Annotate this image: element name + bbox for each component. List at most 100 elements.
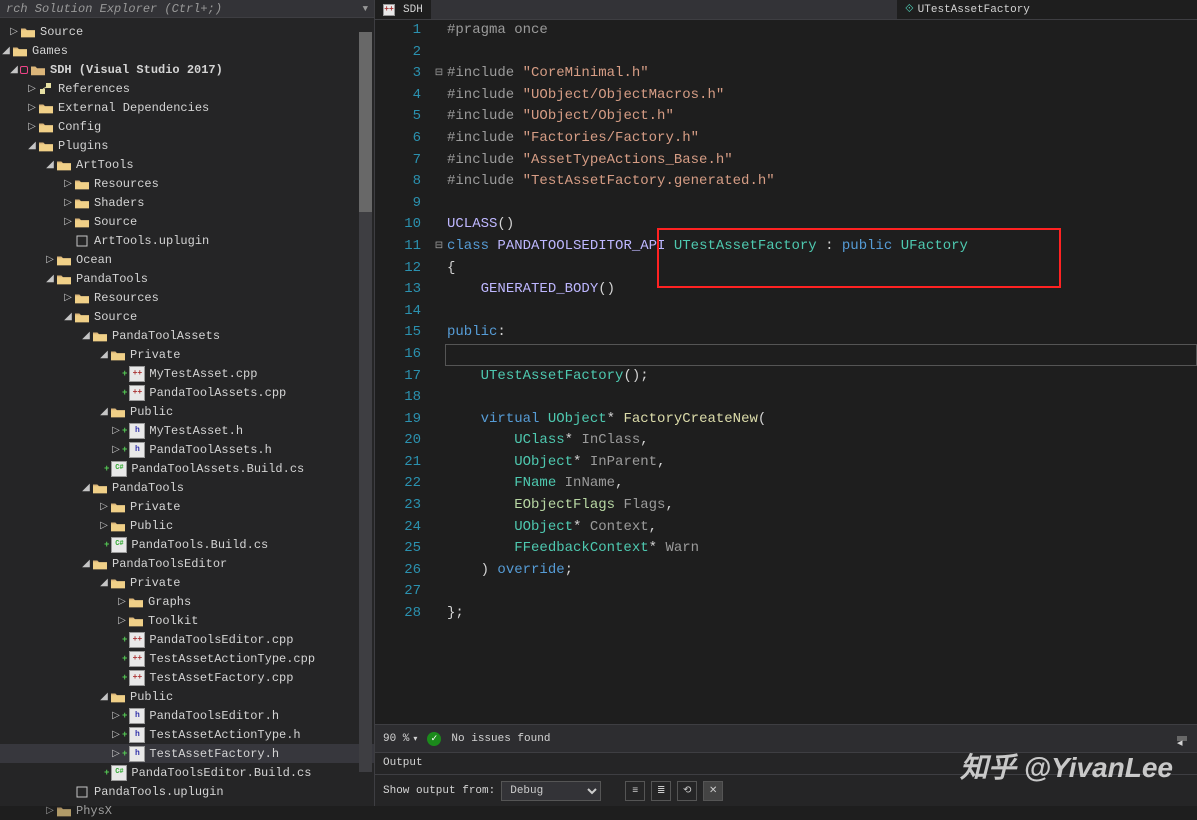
tree-item[interactable]: ▷Resources [0,174,374,193]
tree-item[interactable]: ▷Resources [0,288,374,307]
chevron-right-icon: ▷ [26,121,38,133]
tree-item[interactable]: ▷Public [0,516,374,535]
tree-item-plugins[interactable]: ◢Plugins [0,136,374,155]
fold-gutter[interactable]: ⊟⊟ [433,20,445,724]
chevron-right-icon: ▷ [98,520,110,532]
tree-item[interactable]: ◢Public [0,687,374,706]
chevron-down-icon: ◢ [98,577,110,589]
tree-item[interactable]: ◢Private [0,573,374,592]
tree-item[interactable]: ◢PandaTools [0,478,374,497]
added-icon: + [104,540,109,550]
tree-item-selected[interactable]: ▷+hTestAssetFactory.h [0,744,374,763]
tree-label: Source [94,215,137,229]
scrollbar[interactable] [359,32,372,772]
tree-item-games[interactable]: ◢ Games [0,41,374,60]
tree-item-config[interactable]: ▷Config [0,117,374,136]
chevron-down-icon: ◢ [80,558,92,570]
tree-label: TestAssetFactory.cpp [149,671,293,685]
tree-item[interactable]: +C#PandaToolsEditor.Build.cs [0,763,374,782]
folder-icon [20,24,36,40]
chevron-right-icon: ▷ [98,501,110,513]
folder-icon [38,138,54,154]
tree-item-references[interactable]: ▷References [0,79,374,98]
member-combo[interactable]: ⟐ UTestAssetFactory [897,0,1197,19]
zoom-combo[interactable]: 90 % ▾ [383,733,417,745]
tree-item[interactable]: ▷ Private [0,497,374,516]
tree-item[interactable]: ArtTools.uplugin [0,231,374,250]
chevron-down-icon: ◢ [98,349,110,361]
solution-explorer: rch Solution Explorer (Ctrl+;) ▼ ▷ Sourc… [0,0,375,806]
output-source-select[interactable]: Debug [501,781,601,801]
folder-icon [74,309,90,325]
tree-label: PandaToolAssets [112,329,220,343]
scope-combo[interactable]: ++SDH [375,0,431,19]
added-icon: + [122,654,127,664]
cs-file-icon: C# [111,765,127,781]
added-icon: + [104,464,109,474]
tree-item[interactable]: ▷Toolkit [0,611,374,630]
tree-item[interactable]: ▷+hPandaToolAssets.h [0,440,374,459]
tree-item-extdeps[interactable]: ▷External Dependencies [0,98,374,117]
tree-label: Graphs [148,595,191,609]
indent-left-icon[interactable]: ≡ [625,781,645,801]
wrap-icon[interactable]: ⟲ [677,781,697,801]
tree-label: Resources [94,177,159,191]
tree-item[interactable]: +++PandaToolAssets.cpp [0,383,374,402]
chevron-down-icon: ◢ [44,159,56,171]
combo-label: SDH [403,4,423,16]
code-editor: ++SDH ⟐ UTestAssetFactory 12345678910111… [375,0,1197,806]
tree-item[interactable]: +++MyTestAsset.cpp [0,364,374,383]
tree-item[interactable]: +C#PandaToolAssets.Build.cs [0,459,374,478]
tree-item[interactable]: PandaTools.uplugin [0,782,374,801]
added-icon: + [104,768,109,778]
tree-item[interactable]: ▷+hPandaToolsEditor.h [0,706,374,725]
chevron-right-icon: ▷ [26,83,38,95]
tree-item[interactable]: +++TestAssetActionType.cpp [0,649,374,668]
tree-item[interactable]: +++PandaToolsEditor.cpp [0,630,374,649]
tree-item[interactable]: ◢Private [0,345,374,364]
added-icon: + [122,711,127,721]
added-icon: + [122,730,127,740]
tree-label: MyTestAsset.cpp [149,367,257,381]
tree-item-physx[interactable]: ▷PhysX [0,801,374,820]
search-input[interactable]: rch Solution Explorer (Ctrl+;) ▼ [0,0,374,18]
status-bar: 90 % ▾ ✓ No issues found ◂ [375,724,1197,752]
chevron-right-icon: ▷ [110,710,122,722]
code-area[interactable]: 1234567891011121314151617181920212223242… [375,20,1197,724]
tree-item[interactable]: +++TestAssetFactory.cpp [0,668,374,687]
search-dropdown-icon[interactable]: ▼ [363,4,368,14]
tree-item-ocean[interactable]: ▷Ocean [0,250,374,269]
tree-item-source[interactable]: ▷ Source [0,22,374,41]
issues-label: No issues found [451,733,550,745]
tree-item-arttools[interactable]: ◢ArtTools [0,155,374,174]
tree-item-pandatools[interactable]: ◢PandaTools [0,269,374,288]
tree-item[interactable]: +C#PandaTools.Build.cs [0,535,374,554]
h-file-icon: h [129,423,145,439]
tree-label: Games [32,44,68,58]
folder-icon [92,328,108,344]
tree-item[interactable]: ◢Public [0,402,374,421]
clear-icon[interactable]: ✕ [703,781,723,801]
hscroll-left[interactable]: ◂ [1177,736,1187,741]
tree-item[interactable]: ▷+hMyTestAsset.h [0,421,374,440]
line-number-gutter: 1234567891011121314151617181920212223242… [375,20,433,724]
indent-right-icon[interactable]: ≣ [651,781,671,801]
tree-label: PandaTools [76,272,148,286]
tree-item[interactable]: ▷Source [0,212,374,231]
folder-icon [74,176,90,192]
code-content[interactable]: #pragma once #include "CoreMinimal.h" #i… [445,20,1197,724]
tree-item[interactable]: ◢PandaToolAssets [0,326,374,345]
tree-item[interactable]: ▷+hTestAssetActionType.h [0,725,374,744]
chevron-down-icon: ◢ [26,140,38,152]
tree-label: Public [130,690,173,704]
tree-label: TestAssetActionType.cpp [149,652,315,666]
tree-label: Private [130,500,180,514]
tree-item-sdh[interactable]: ◢ SDH (Visual Studio 2017) [0,60,374,79]
tree-label: Ocean [76,253,112,267]
scrollbar-thumb[interactable] [359,32,372,212]
chevron-right-icon: ▷ [110,425,122,437]
tree-item[interactable]: ▷Graphs [0,592,374,611]
tree-item[interactable]: ◢PandaToolsEditor [0,554,374,573]
tree-item[interactable]: ◢Source [0,307,374,326]
tree-item[interactable]: ▷Shaders [0,193,374,212]
